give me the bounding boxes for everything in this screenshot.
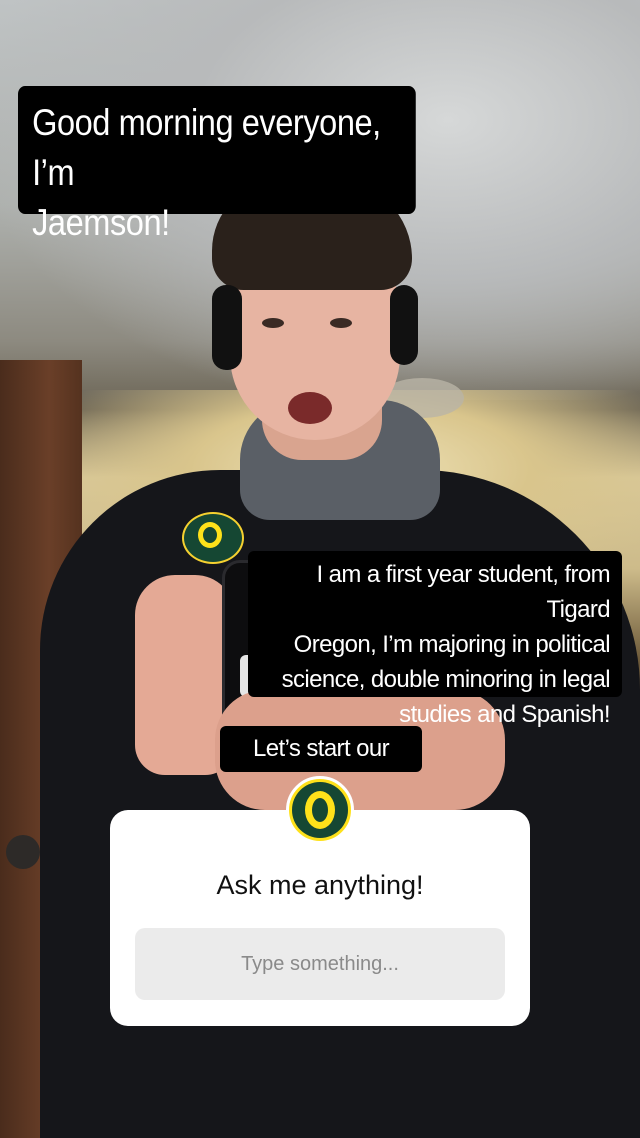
headphones-right: [390, 285, 418, 365]
intro-caption: I am a first year student, from Tigard O…: [248, 551, 622, 728]
greeting-caption: Good morning everyone, I’m Jaemson!: [18, 86, 416, 243]
story-frame: Good morning everyone, I’m Jaemson! I am…: [0, 0, 640, 1138]
question-sticker-title: Ask me anything!: [216, 870, 424, 900]
intro-line-2: Oregon, I’m majoring in political: [293, 631, 611, 658]
headphones-left: [212, 285, 242, 370]
greeting-line-2: Jaemson!: [32, 202, 170, 243]
person-mouth: [288, 392, 332, 424]
intro-line-1: I am a first year student, from Tigard: [316, 561, 610, 623]
question-response-input[interactable]: Type something...: [135, 928, 505, 1000]
oregon-o-logo-icon: [292, 782, 348, 838]
person-eye-right: [330, 318, 352, 328]
door-knob: [6, 835, 40, 869]
oregon-o-patch-icon: [198, 522, 222, 548]
closing-caption: Let’s start our day!: [220, 726, 422, 808]
o-ring-shape: [305, 791, 335, 829]
profile-avatar: [286, 776, 354, 844]
question-response-placeholder: Type something...: [241, 952, 399, 975]
person-eye-left: [262, 318, 284, 328]
greeting-line-1: Good morning everyone, I’m: [32, 102, 381, 193]
intro-line-3: science, double minoring in legal: [281, 666, 611, 693]
